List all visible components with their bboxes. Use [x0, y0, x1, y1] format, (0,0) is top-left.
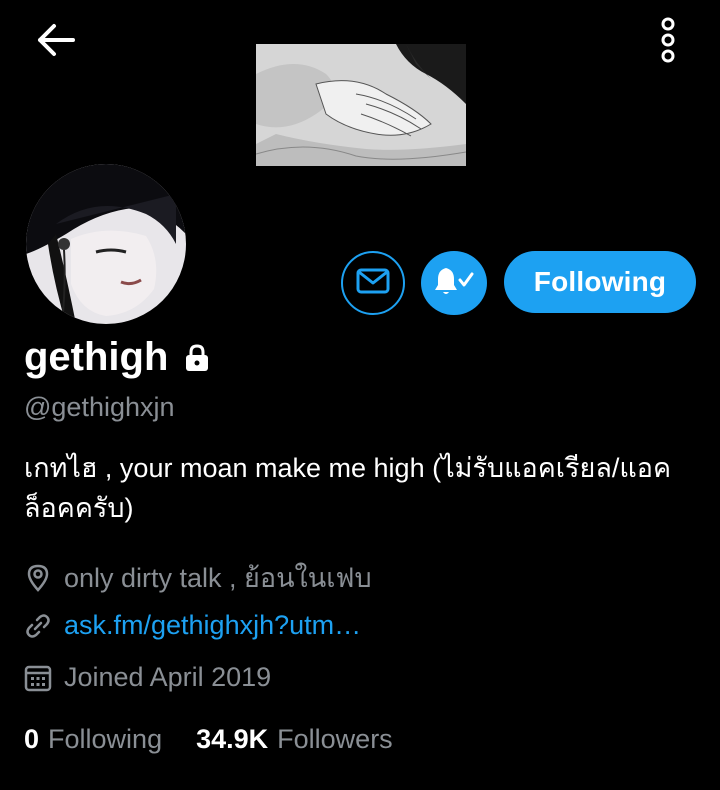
location-text: only dirty talk , ย้อนในเฟบ	[64, 563, 372, 593]
header-banner-image[interactable]	[256, 44, 466, 166]
website-row: ask.fm/gethighxjh?utm…	[24, 610, 361, 641]
envelope-icon	[356, 267, 390, 300]
joined-row: Joined April 2019	[24, 662, 271, 693]
follow-stats: 0 Following 34.9K Followers	[24, 724, 427, 755]
following-button[interactable]: Following	[504, 251, 696, 313]
lock-icon	[182, 343, 212, 373]
following-label: Following	[48, 724, 163, 754]
profile-page: Following gethigh @gethighxjn เกทไฮ , yo…	[0, 0, 720, 790]
display-name: gethigh	[24, 334, 169, 379]
message-button[interactable]	[341, 251, 405, 315]
location-row: only dirty talk , ย้อนในเฟบ	[24, 556, 372, 599]
back-button[interactable]	[30, 20, 82, 64]
following-stat[interactable]: 0 Following	[24, 724, 162, 755]
bell-check-icon	[433, 265, 475, 302]
arrow-left-icon	[36, 23, 76, 62]
name-row: gethigh	[24, 332, 212, 382]
more-options-button[interactable]	[650, 14, 686, 70]
followers-count: 34.9K	[196, 724, 269, 754]
profile-bio: เกทไฮ , your moan make me high (ไม่รับแอ…	[24, 453, 672, 523]
following-count: 0	[24, 724, 40, 754]
map-pin-icon	[24, 564, 52, 592]
website-link[interactable]: ask.fm/gethighxjh?utm…	[64, 610, 361, 641]
calendar-icon	[24, 664, 52, 692]
profile-avatar[interactable]	[24, 162, 188, 326]
user-handle: @gethighxjn	[24, 392, 175, 422]
notifications-button[interactable]	[421, 251, 487, 315]
followers-stat[interactable]: 34.9K Followers	[196, 724, 393, 755]
joined-text: Joined April 2019	[64, 662, 272, 692]
vertical-dots-icon	[658, 17, 678, 68]
followers-label: Followers	[277, 724, 393, 754]
link-icon	[24, 612, 52, 640]
